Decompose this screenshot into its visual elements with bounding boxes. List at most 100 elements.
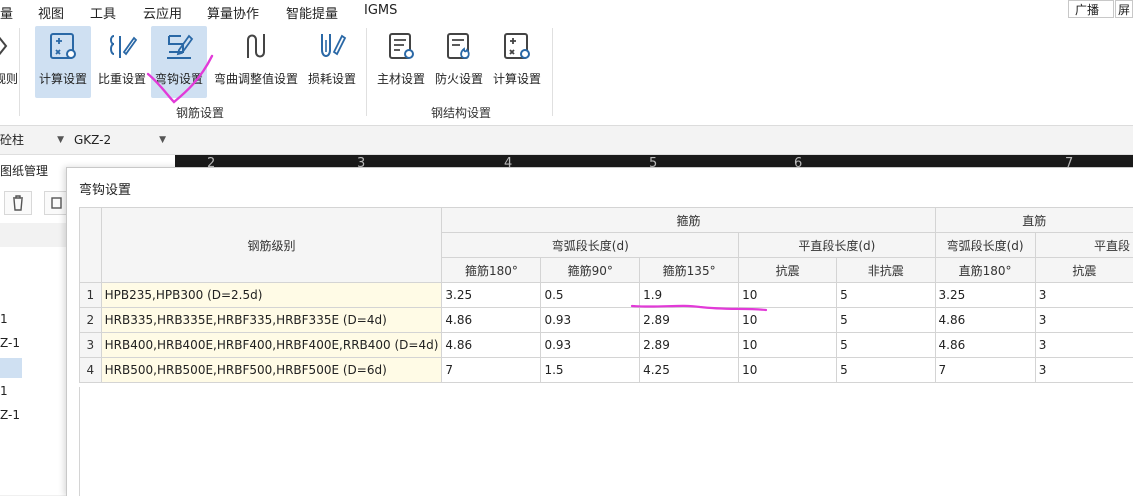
fireproof-settings-label: 防火设置 — [432, 70, 486, 87]
calculator-gear-icon — [47, 30, 79, 62]
calc-settings-label: 计算设置 — [35, 70, 91, 87]
loss-pencil-icon — [316, 30, 348, 62]
value-cell[interactable]: 4.25 — [640, 358, 739, 383]
calculator-gear-icon — [501, 30, 533, 62]
row-index: 4 — [80, 358, 102, 383]
chevron-down-icon: ▼ — [57, 130, 64, 150]
menu-item-quantity[interactable]: 量 — [0, 3, 13, 22]
menu-bar: 量 视图 工具 云应用 算量协作 智能提量 IGMS 广播 屏 — [0, 0, 1133, 22]
rules-button[interactable]: 规则 — [0, 26, 18, 98]
value-cell[interactable]: 5 — [837, 308, 935, 333]
value-cell[interactable]: 10 — [739, 308, 837, 333]
selected-row-highlight — [0, 358, 22, 378]
table-row[interactable]: 2HRB335,HRB335E,HRBF335,HRBF335E (D=4d)4… — [80, 308, 1133, 333]
table-empty-area — [79, 387, 1133, 496]
component-selector-row: 砼柱 ▼ GKZ-2 ▼ — [0, 126, 1133, 155]
row-index: 3 — [80, 333, 102, 358]
value-cell[interactable]: 2.89 — [640, 333, 739, 358]
value-cell[interactable]: 7 — [442, 358, 541, 383]
loss-settings-label: 损耗设置 — [304, 70, 360, 87]
table-row[interactable]: 3HRB400,HRB400E,HRBF400,HRBF400E,RRB400 … — [80, 333, 1133, 358]
value-cell[interactable]: 3 — [1035, 358, 1133, 383]
drawing-list-item[interactable]: 1 — [0, 384, 8, 398]
value-cell[interactable]: 4.86 — [935, 333, 1035, 358]
density-settings-label: 比重设置 — [95, 70, 149, 87]
menu-item-view[interactable]: 视图 — [38, 3, 64, 22]
value-cell[interactable]: 10 — [739, 283, 837, 308]
table-row[interactable]: 1HPB235,HPB300 (D=2.5d)3.250.51.91053.25… — [80, 283, 1133, 308]
corner-cell — [80, 208, 102, 283]
value-cell[interactable]: 4.86 — [442, 333, 541, 358]
copy-button[interactable] — [44, 191, 68, 215]
drawing-list-item[interactable]: Z-1 — [0, 408, 20, 422]
value-cell[interactable]: 3 — [1035, 333, 1133, 358]
flat-length-header: 平直段长度(d) — [739, 233, 935, 258]
table-row[interactable]: 4HRB500,HRB500E,HRBF500,HRBF500E (D=6d)7… — [80, 358, 1133, 383]
ribbon-toolbar: 规则 计算设置 比重设置 弯钩设置 弯曲调整值设置 — [0, 22, 1133, 126]
group-divider — [366, 28, 367, 116]
value-cell[interactable]: 1.5 — [541, 358, 640, 383]
grade-cell[interactable]: HRB500,HRB500E,HRBF500,HRBF500E (D=6d) — [101, 358, 442, 383]
bend-adjust-settings-button[interactable]: 弯曲调整值设置 — [210, 26, 302, 98]
value-cell[interactable]: 1.9 — [640, 283, 739, 308]
menu-item-cloud[interactable]: 云应用 — [143, 3, 182, 22]
hook-settings-label: 弯钩设置 — [151, 70, 207, 87]
main-material-settings-button[interactable]: 主材设置 — [374, 26, 428, 98]
subheader-stirrup-180: 箍筋180° — [442, 258, 541, 283]
value-cell[interactable]: 4.86 — [442, 308, 541, 333]
steel-group-label: 钢结构设置 — [431, 104, 491, 121]
value-cell[interactable]: 5 — [837, 333, 935, 358]
hook-settings-button[interactable]: 弯钩设置 — [151, 26, 207, 98]
document-gear-icon — [385, 30, 417, 62]
value-cell[interactable]: 10 — [739, 358, 837, 383]
screen-button[interactable]: 屏 — [1115, 0, 1133, 18]
rule-icon — [0, 30, 24, 62]
density-settings-button[interactable]: 比重设置 — [95, 26, 149, 98]
steel-calc-settings-label: 计算设置 — [490, 70, 544, 87]
subheader-stirrup-90: 箍筋90° — [541, 258, 640, 283]
subheader-straight-seismic: 抗震 — [1035, 258, 1133, 283]
value-cell[interactable]: 2.89 — [640, 308, 739, 333]
grade-cell[interactable]: HRB400,HRB400E,HRBF400,HRBF400E,RRB400 (… — [101, 333, 442, 358]
arc-length-header: 弯弧段长度(d) — [442, 233, 739, 258]
value-cell[interactable]: 3.25 — [935, 283, 1035, 308]
dialog-title: 弯钩设置 — [79, 179, 131, 198]
menu-item-collab[interactable]: 算量协作 — [207, 3, 259, 22]
value-cell[interactable]: 3 — [1035, 308, 1133, 333]
straight-arc-length-header: 弯弧段长度(d) — [935, 233, 1035, 258]
value-cell[interactable]: 7 — [935, 358, 1035, 383]
delete-button[interactable] — [4, 191, 32, 215]
component-type-select[interactable]: 砼柱 ▼ — [0, 130, 68, 150]
calc-settings-button[interactable]: 计算设置 — [35, 26, 91, 98]
copy-icon — [45, 192, 67, 214]
value-cell[interactable]: 5 — [837, 283, 935, 308]
drawing-management-title: 图纸管理 — [0, 162, 48, 179]
value-cell[interactable]: 10 — [739, 333, 837, 358]
loss-settings-button[interactable]: 损耗设置 — [304, 26, 360, 98]
menu-item-tools[interactable]: 工具 — [90, 3, 116, 22]
drawing-list-item[interactable]: 1 — [0, 312, 8, 326]
value-cell[interactable]: 0.93 — [541, 333, 640, 358]
value-cell[interactable]: 3 — [1035, 283, 1133, 308]
value-cell[interactable]: 5 — [837, 358, 935, 383]
drawing-list-item[interactable]: Z-1 — [0, 336, 20, 350]
straight-header: 直筋 — [935, 208, 1133, 233]
subheader-non-seismic: 非抗震 — [837, 258, 935, 283]
value-cell[interactable]: 3.25 — [442, 283, 541, 308]
group-divider — [19, 28, 20, 116]
menu-item-smart[interactable]: 智能提量 — [286, 3, 338, 22]
grade-header: 钢筋级别 — [101, 208, 442, 283]
menu-item-igms[interactable]: IGMS — [364, 3, 397, 18]
group-divider — [552, 28, 553, 116]
broadcast-button[interactable]: 广播 — [1068, 0, 1114, 18]
steel-calc-settings-button[interactable]: 计算设置 — [490, 26, 544, 98]
grade-cell[interactable]: HPB235,HPB300 (D=2.5d) — [101, 283, 442, 308]
value-cell[interactable]: 0.93 — [541, 308, 640, 333]
value-cell[interactable]: 0.5 — [541, 283, 640, 308]
component-name-select[interactable]: GKZ-2 ▼ — [74, 130, 170, 150]
grade-cell[interactable]: HRB335,HRB335E,HRBF335,HRBF335E (D=4d) — [101, 308, 442, 333]
bend-curve-icon — [240, 30, 272, 62]
fireproof-settings-button[interactable]: 防火设置 — [432, 26, 486, 98]
value-cell[interactable]: 4.86 — [935, 308, 1035, 333]
rebar-pencil-icon — [106, 30, 138, 62]
